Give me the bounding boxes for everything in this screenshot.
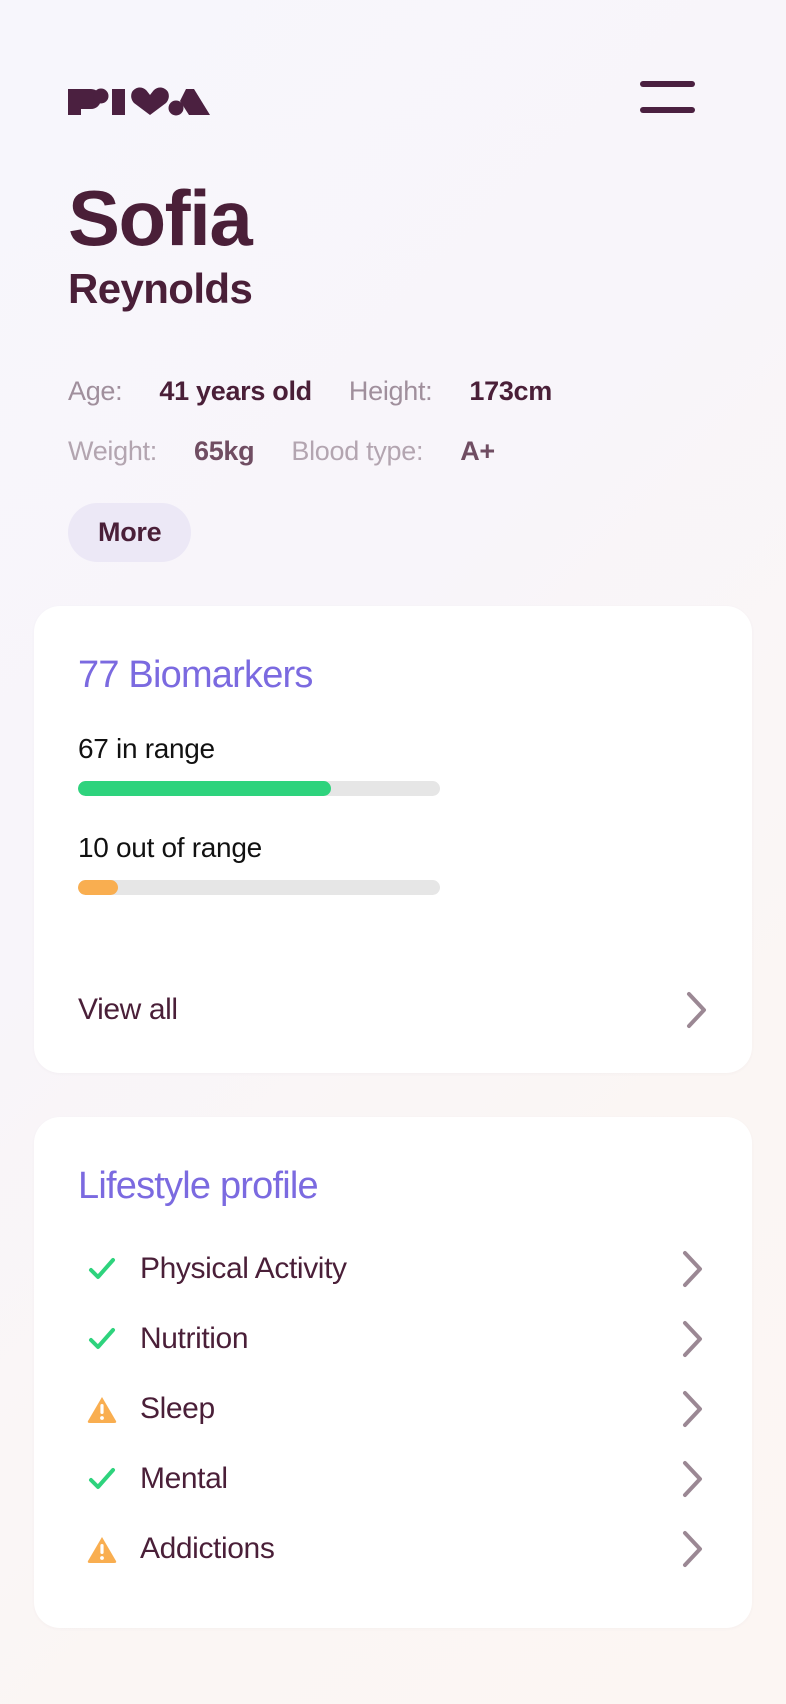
out-of-range-block: 10 out of range — [78, 832, 708, 896]
height-label: Height: — [348, 376, 433, 407]
chevron-right-icon — [687, 992, 706, 1029]
menu-bar-bottom — [640, 107, 695, 113]
check-icon — [89, 1468, 115, 1490]
in-range-block: 67 in range — [78, 733, 708, 797]
chevron-right-icon — [683, 1251, 702, 1288]
riva-logo[interactable] — [68, 83, 210, 121]
in-range-progress-track — [78, 781, 440, 797]
lifestyle-row-sleep[interactable]: Sleep — [78, 1374, 708, 1444]
lifestyle-item-label: Addictions — [140, 1532, 275, 1566]
lifestyle-status-icon — [78, 1247, 126, 1291]
hamburger-menu-icon[interactable] — [640, 75, 702, 119]
check-icon — [89, 1328, 115, 1350]
profile-stats: Age: 41 years old Height: 173cm Weight: … — [34, 361, 752, 481]
view-all-row[interactable]: View all — [78, 991, 708, 1029]
more-button[interactable]: More — [68, 503, 192, 563]
chevron-right-icon — [683, 1531, 702, 1568]
age-value: 41 years old — [159, 376, 312, 407]
in-range-label: 67 in range — [78, 733, 215, 765]
weight-value: 65kg — [193, 436, 255, 467]
warning-icon — [87, 1397, 117, 1424]
lifestyle-item-label: Sleep — [140, 1392, 215, 1426]
out-of-range-progress-track — [78, 880, 440, 896]
lifestyle-row-mental[interactable]: Mental — [78, 1444, 708, 1514]
stats-row-2: Weight: 65kg Blood type: A+ — [68, 421, 752, 481]
biomarkers-card: 77 Biomarkers 67 in range 10 out of rang… — [34, 606, 752, 1074]
age-label: Age: — [68, 376, 123, 407]
chevron-right-icon — [683, 1391, 702, 1428]
out-of-range-label: 10 out of range — [78, 832, 262, 864]
lifestyle-item-label: Physical Activity — [140, 1252, 347, 1286]
chevron-right-icon — [683, 1461, 702, 1498]
app-screen: Sofia Reynolds Age: 41 years old Height:… — [0, 0, 786, 1704]
weight-label: Weight: — [68, 436, 157, 467]
chevron-right-icon — [683, 1321, 702, 1358]
lifestyle-item-label: Nutrition — [140, 1322, 249, 1356]
lifestyle-row-physical-activity[interactable]: Physical Activity — [78, 1234, 708, 1304]
app-header — [0, 0, 786, 125]
blood-type-label: Blood type: — [291, 436, 424, 467]
check-icon — [89, 1258, 115, 1280]
lifestyle-status-icon — [78, 1317, 126, 1361]
profile-first-name: Sofia — [68, 174, 253, 262]
out-of-range-progress-fill — [78, 880, 118, 896]
lifestyle-row-addictions[interactable]: Addictions — [78, 1514, 708, 1584]
lifestyle-status-icon — [78, 1387, 126, 1431]
lifestyle-status-icon — [78, 1457, 126, 1501]
blood-type-value: A+ — [460, 436, 495, 467]
lifestyle-list: Physical Activity Nutrition Sleep Mental Add… — [78, 1234, 708, 1584]
profile-last-name: Reynolds — [68, 264, 253, 312]
lifestyle-title: Lifestyle profile — [78, 1165, 319, 1208]
profile-identity: Sofia Reynolds — [34, 174, 752, 315]
view-all-label: View all — [78, 993, 178, 1027]
lifestyle-item-label: Mental — [140, 1462, 228, 1496]
lifestyle-row-nutrition[interactable]: Nutrition — [78, 1304, 708, 1374]
biomarkers-title: 77 Biomarkers — [78, 654, 313, 697]
height-value: 173cm — [469, 376, 552, 407]
warning-icon — [87, 1537, 117, 1564]
menu-bar-top — [640, 81, 695, 87]
lifestyle-card: Lifestyle profile Physical Activity Nutri… — [34, 1117, 752, 1629]
stats-row-1: Age: 41 years old Height: 173cm — [68, 361, 752, 421]
lifestyle-status-icon — [78, 1527, 126, 1571]
in-range-progress-fill — [78, 781, 332, 797]
